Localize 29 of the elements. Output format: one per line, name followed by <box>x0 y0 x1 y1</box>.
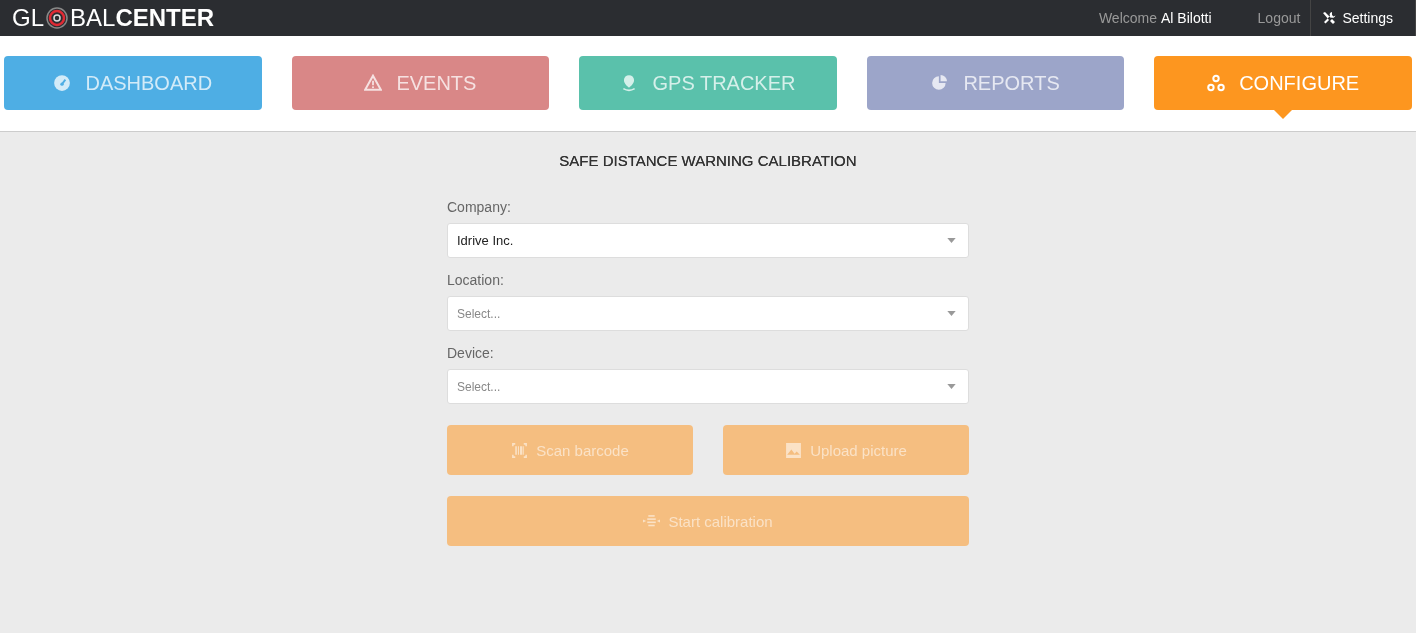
target-logo-icon <box>45 6 69 30</box>
form-title: SAFE DISTANCE WARNING CALIBRATION <box>558 152 858 169</box>
barcode-icon <box>511 441 529 459</box>
field-label: Location: <box>447 272 505 288</box>
nav-tab[interactable]: EVENTS <box>291 56 550 110</box>
logo-text: GL <box>12 6 44 30</box>
user-name: Al Bilotti <box>1161 10 1212 26</box>
nav-tab[interactable]: REPORTS <box>866 56 1125 110</box>
warning-icon <box>364 74 383 92</box>
image-icon <box>785 441 803 459</box>
nodes-icon <box>1207 74 1226 92</box>
dropdown-field[interactable]: Idrive Inc. <box>447 223 969 258</box>
pie-chart-icon <box>931 74 950 92</box>
logo-text: CENTER <box>115 6 215 30</box>
caret-icon <box>947 311 956 316</box>
active-tab-pointer <box>1274 110 1293 119</box>
tools-icon <box>1321 10 1338 26</box>
field-label: Company: <box>447 199 512 215</box>
welcome-text: Welcome <box>1098 10 1157 26</box>
gauge-icon <box>53 74 72 92</box>
logo-text: BAL <box>70 6 116 30</box>
caret-icon <box>947 238 956 243</box>
field-label: Device: <box>447 345 495 361</box>
caret-icon <box>947 384 956 389</box>
nav-tab[interactable]: GPS TRACKER <box>579 56 837 110</box>
nav-tab[interactable]: DASHBOARD <box>4 56 262 110</box>
nav-tab[interactable]: CONFIGURE <box>1154 56 1412 110</box>
dropdown-field[interactable]: Select... <box>447 369 969 404</box>
dropdown-field[interactable]: Select... <box>447 296 969 331</box>
